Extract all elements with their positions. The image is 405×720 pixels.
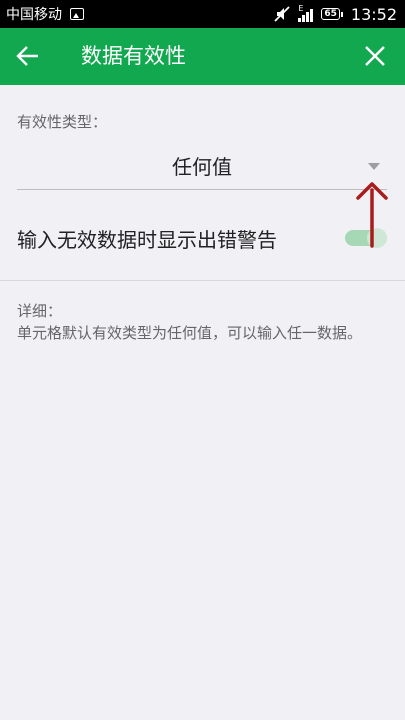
close-icon[interactable] [363,44,387,68]
image-icon [70,8,84,20]
mute-icon [274,6,290,22]
status-right: E 65 13:52 [274,0,397,28]
page-title: 数据有效性 [81,44,186,68]
battery-level: 65 [321,8,340,20]
validity-type-value: 任何值 [172,155,232,179]
validity-type-label: 有效性类型： [17,113,108,131]
details-text: 单元格默认有效类型为任何值，可以输入任一数据。 [17,324,363,342]
error-warning-label: 输入无效数据时显示出错警告 [17,228,277,252]
dropdown-arrow-icon[interactable] [368,163,380,170]
app-bar: 数据有效性 [0,28,405,85]
details-section: 详细： 单元格默认有效类型为任何值，可以输入任一数据。 [17,300,389,344]
battery-icon: 65 [321,8,343,20]
status-bar: 中国移动 E 65 13:52 [0,0,405,28]
network-type-label: E [298,4,304,13]
clock: 13:52 [350,4,397,24]
red-arrow-annotation [356,182,388,248]
carrier-name: 中国移动 [6,7,62,23]
validity-type-select[interactable]: 任何值 [17,143,387,190]
signal-icon: E [298,4,314,22]
validity-settings: 有效性类型： 任何值 输入无效数据时显示出错警告 [0,85,405,281]
status-left: 中国移动 [6,0,84,28]
arrow-left-icon[interactable] [14,42,42,70]
details-heading: 详细： [17,302,63,320]
